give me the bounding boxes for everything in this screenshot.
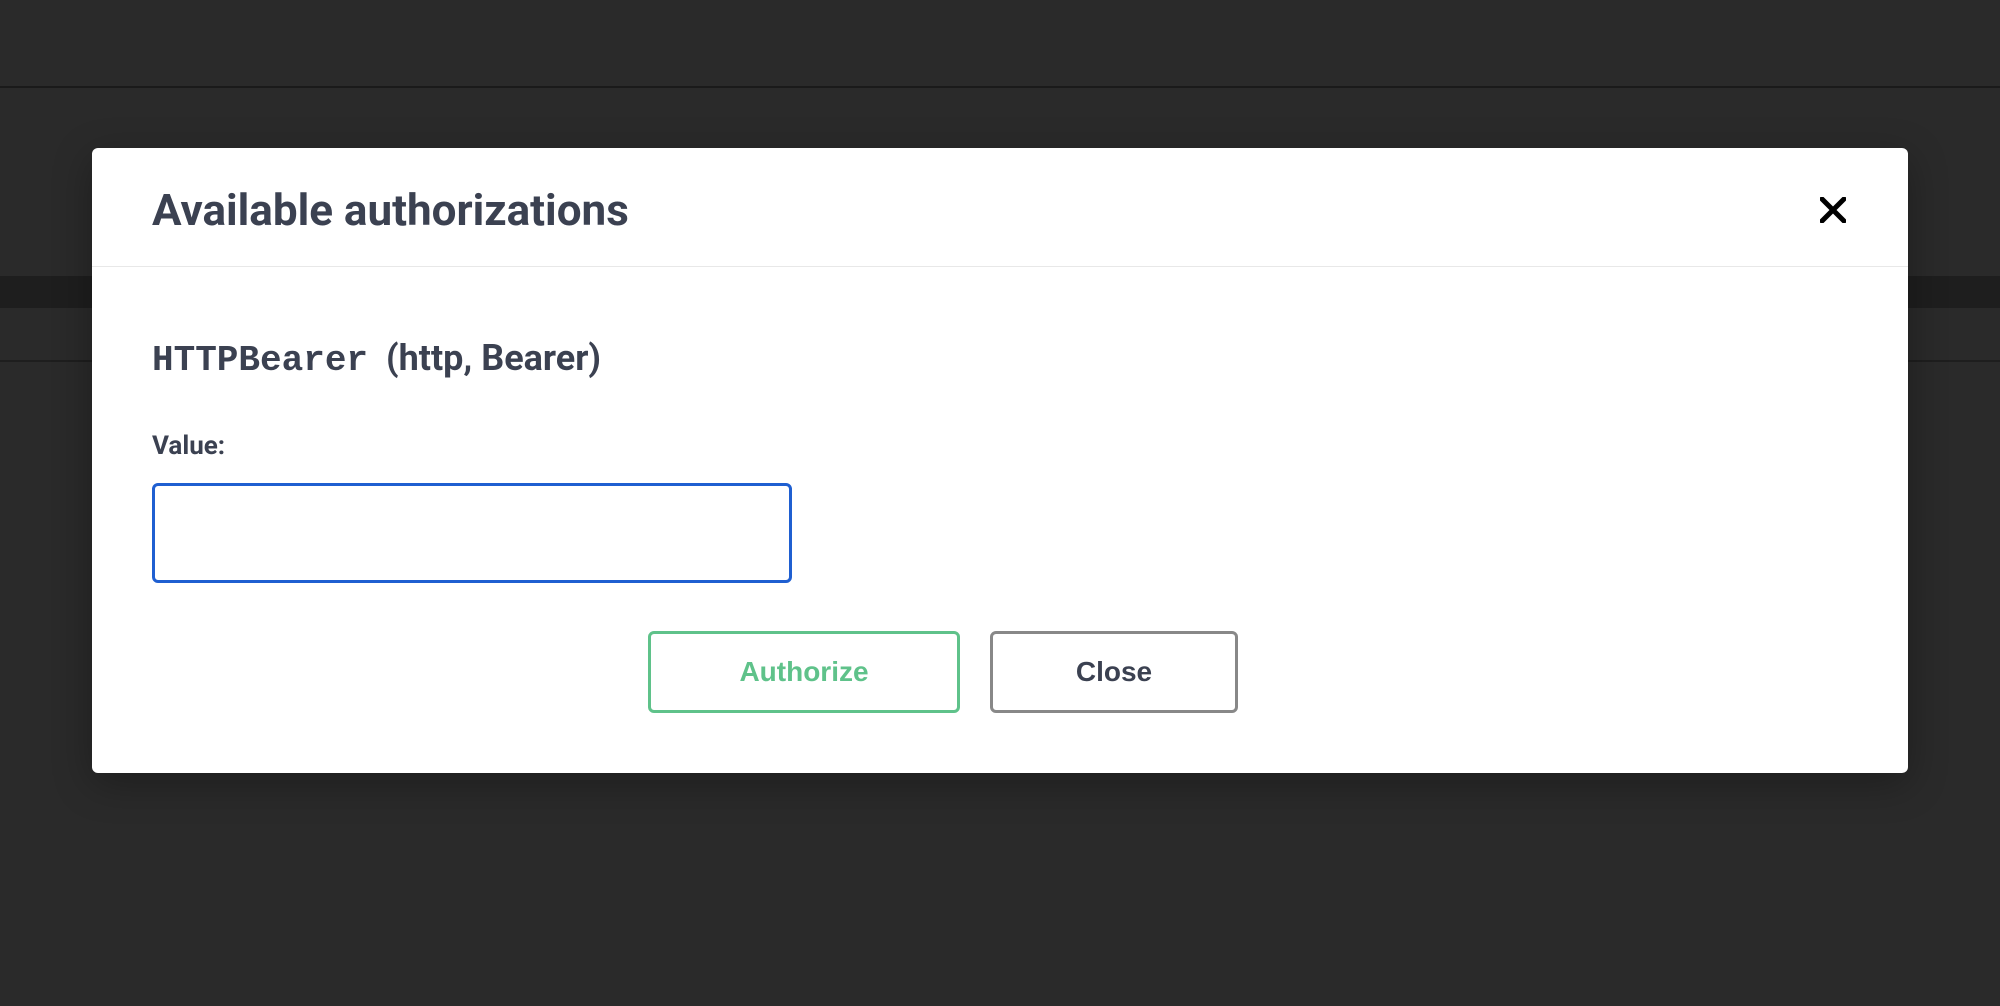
button-row: Authorize Close: [152, 631, 1848, 713]
close-button[interactable]: Close: [990, 631, 1238, 713]
modal-header: Available authorizations: [92, 148, 1908, 267]
scheme-name: HTTPBearer: [152, 340, 368, 381]
scheme-type: (http, Bearer): [386, 337, 601, 379]
value-input[interactable]: [152, 483, 792, 583]
authorization-modal: Available authorizations HTTPBearer (htt…: [92, 148, 1908, 773]
scheme-header: HTTPBearer (http, Bearer): [152, 337, 1848, 381]
authorize-button[interactable]: Authorize: [648, 631, 960, 713]
modal-overlay: Available authorizations HTTPBearer (htt…: [0, 0, 2000, 1006]
modal-body: HTTPBearer (http, Bearer) Value: Authori…: [92, 267, 1908, 773]
modal-title: Available authorizations: [152, 184, 629, 236]
value-label: Value:: [152, 431, 1848, 461]
close-icon[interactable]: [1818, 195, 1848, 225]
